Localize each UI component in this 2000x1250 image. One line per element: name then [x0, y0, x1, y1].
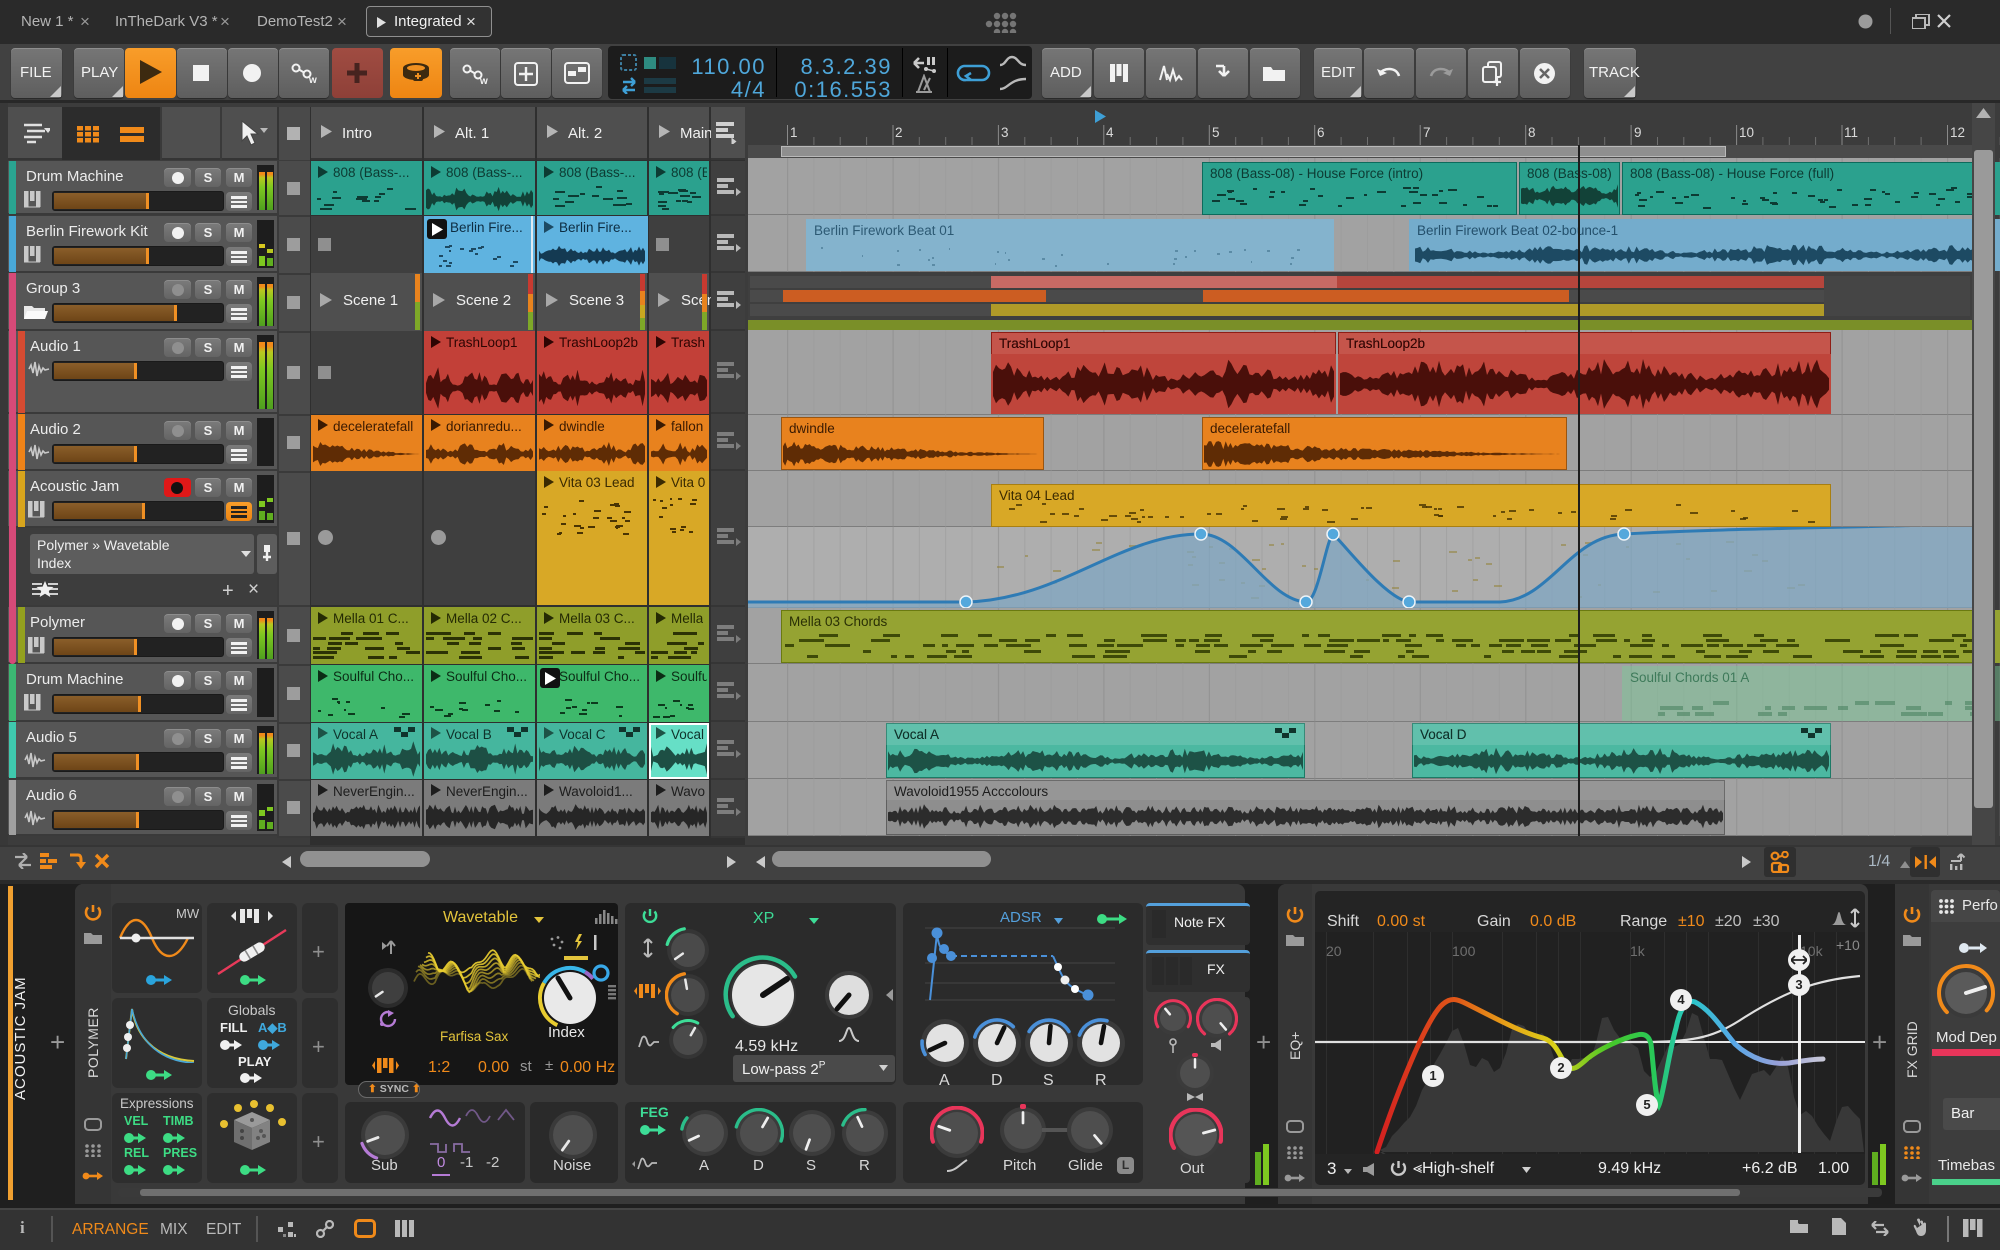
svg-text:w: w: [479, 76, 488, 86]
svg-text:w: w: [308, 75, 317, 84]
